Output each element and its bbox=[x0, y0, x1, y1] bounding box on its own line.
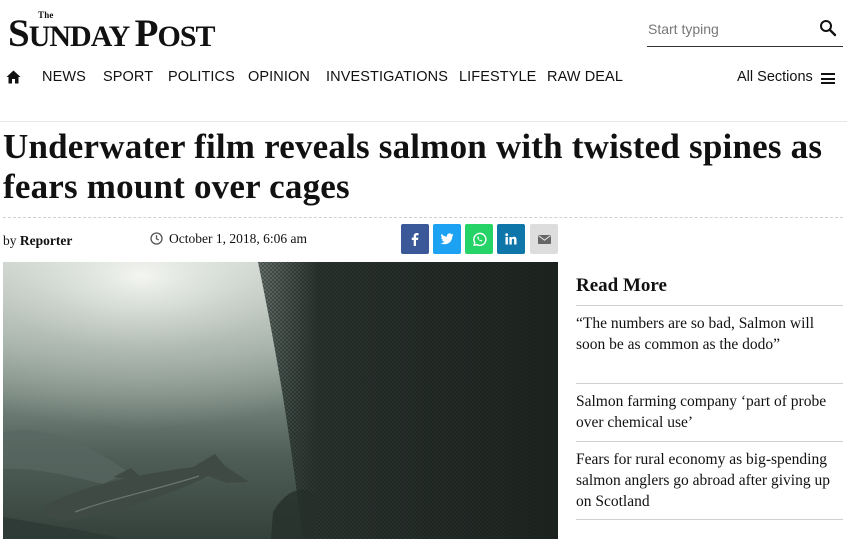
read-more-link[interactable]: “The numbers are so bad, Salmon will soo… bbox=[576, 314, 841, 356]
linkedin-share-button[interactable] bbox=[497, 224, 525, 254]
whatsapp-share-button[interactable] bbox=[465, 224, 493, 254]
read-more-link[interactable]: Salmon farming company ‘part of probe ov… bbox=[576, 392, 841, 434]
site-logo[interactable]: The SUNDAY POST bbox=[8, 10, 258, 55]
facebook-share-button[interactable] bbox=[401, 224, 429, 254]
clock-icon bbox=[150, 232, 163, 245]
hamburger-menu-icon[interactable] bbox=[821, 73, 835, 84]
divider bbox=[576, 519, 843, 520]
byline: by Reporter bbox=[3, 233, 72, 249]
twitter-icon bbox=[440, 233, 454, 245]
search-icon[interactable] bbox=[819, 19, 837, 37]
linkedin-icon bbox=[505, 233, 517, 245]
divider bbox=[576, 305, 843, 306]
article-hero-image bbox=[3, 262, 558, 539]
date-text: October 1, 2018, 6:06 am bbox=[169, 231, 307, 246]
author-link[interactable]: Reporter bbox=[20, 233, 72, 248]
email-share-button[interactable] bbox=[530, 224, 558, 254]
nav-item-politics[interactable]: POLITICS bbox=[168, 69, 235, 85]
divider bbox=[576, 441, 843, 442]
all-sections-link[interactable]: All Sections bbox=[737, 69, 813, 85]
twitter-share-button[interactable] bbox=[433, 224, 461, 254]
divider bbox=[3, 217, 843, 218]
logo-wordmark: SUNDAY POST bbox=[8, 12, 216, 55]
nav-item-lifestyle[interactable]: LIFESTYLE bbox=[459, 69, 536, 85]
email-icon bbox=[537, 234, 551, 244]
read-more-link[interactable]: Fears for rural economy as big-spending … bbox=[576, 450, 841, 512]
read-more-heading: Read More bbox=[576, 275, 667, 296]
nav-item-opinion[interactable]: OPINION bbox=[248, 69, 310, 85]
nav-item-investigations[interactable]: INVESTIGATIONS bbox=[326, 69, 448, 85]
search-input[interactable] bbox=[648, 18, 808, 40]
divider bbox=[0, 121, 847, 122]
article-headline: Underwater film reveals salmon with twis… bbox=[3, 127, 823, 206]
nav-item-news[interactable]: NEWS bbox=[42, 69, 86, 85]
home-icon[interactable] bbox=[6, 70, 21, 84]
byline-prefix: by bbox=[3, 233, 17, 248]
main-nav: NEWS SPORT POLITICS OPINION INVESTIGATIO… bbox=[0, 62, 847, 94]
divider bbox=[576, 383, 843, 384]
nav-item-raw-deal[interactable]: RAW DEAL bbox=[547, 69, 623, 85]
search-box bbox=[647, 14, 843, 47]
publish-date: October 1, 2018, 6:06 am bbox=[150, 231, 307, 247]
facebook-icon bbox=[411, 233, 419, 246]
whatsapp-icon bbox=[472, 232, 486, 246]
nav-item-sport[interactable]: SPORT bbox=[103, 69, 153, 85]
